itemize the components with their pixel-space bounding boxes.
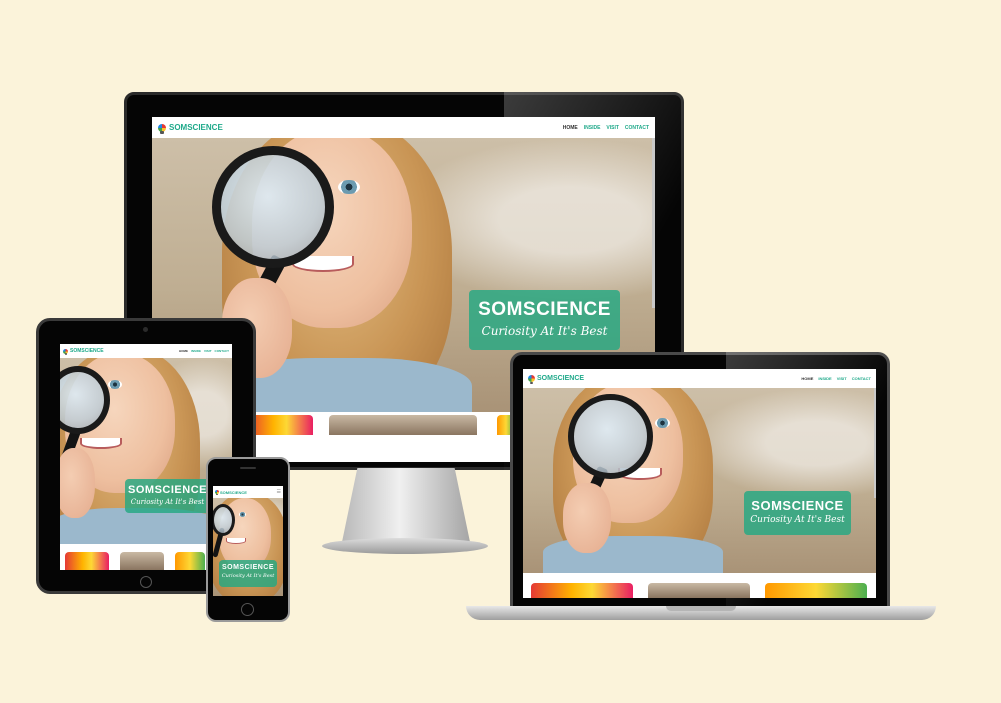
navbar: SOMSCIENCE HOME INSIDE VISIT CONTACT [60, 344, 232, 358]
hero-title: SOMSCIENCE [478, 299, 611, 320]
hero-badge: SOMSCIENCE Curiosity At It's Best [469, 290, 620, 350]
nav-visit-link[interactable]: VISIT [204, 349, 212, 353]
nav-contact-link[interactable]: CONTACT [852, 376, 871, 381]
nav-inside-link[interactable]: INSIDE [584, 125, 601, 131]
lightbulb-logo-icon [158, 123, 166, 135]
gallery-thumb[interactable] [65, 552, 109, 570]
nav-visit-link[interactable]: VISIT [606, 125, 619, 131]
hero-title: SOMSCIENCE [221, 564, 275, 571]
hero-image: SOMSCIENCE Curiosity At It's Best [213, 498, 283, 596]
tablet-camera [143, 327, 148, 332]
gallery-thumb[interactable] [765, 583, 867, 598]
laptop-screen: SOMSCIENCE HOME INSIDE VISIT CONTACT SOM… [523, 369, 876, 598]
hero-tagline: Curiosity At It's Best [750, 515, 845, 525]
nav-contact-link[interactable]: CONTACT [215, 349, 229, 353]
scrollbar[interactable] [652, 138, 655, 308]
hero-title: SOMSCIENCE [128, 484, 207, 496]
phone-screen: SOMSCIENCE ☰ SOMSCIENCE Curiosity At It'… [213, 486, 283, 596]
navbar: SOMSCIENCE HOME INSIDE VISIT CONTACT [152, 117, 655, 138]
lightbulb-logo-icon [215, 490, 219, 496]
brand-logo[interactable]: SOMSCIENCE [158, 123, 223, 135]
hero-badge: SOMSCIENCE Curiosity At It's Best [125, 479, 210, 513]
scrollbar[interactable] [874, 388, 876, 498]
nav-home-link[interactable]: HOME [179, 349, 188, 353]
brand-name: SOMSCIENCE [220, 489, 247, 495]
gallery-strip [523, 573, 876, 598]
brand-name: SOMSCIENCE [70, 348, 104, 354]
nav-visit-link[interactable]: VISIT [837, 376, 847, 381]
magnifying-glass [212, 146, 334, 268]
hero-title: SOMSCIENCE [751, 498, 844, 513]
hero-tagline: Curiosity At It's Best [130, 498, 205, 506]
hero-badge: SOMSCIENCE Curiosity At It's Best [744, 491, 851, 535]
phone-speaker [240, 467, 256, 469]
nav-menu: HOME INSIDE VISIT CONTACT [801, 376, 871, 381]
gallery-thumb[interactable] [329, 415, 477, 435]
nav-home-link[interactable]: HOME [801, 376, 813, 381]
hero-image: SOMSCIENCE Curiosity At It's Best [523, 388, 876, 573]
lightbulb-logo-icon [528, 375, 535, 385]
nav-home-link[interactable]: HOME [563, 125, 578, 131]
phone-device: SOMSCIENCE ☰ SOMSCIENCE Curiosity At It'… [206, 457, 290, 622]
hamburger-menu-icon[interactable]: ☰ [277, 489, 281, 495]
nav-menu: HOME INSIDE VISIT CONTACT [563, 125, 649, 131]
gallery-thumb[interactable] [120, 552, 164, 570]
hero-tagline: Curiosity At It's Best [221, 573, 275, 579]
magnifying-glass [568, 394, 653, 479]
gallery-thumb[interactable] [531, 583, 633, 598]
nav-inside-link[interactable]: INSIDE [818, 376, 831, 381]
phone-home-button[interactable] [241, 603, 254, 616]
lightbulb-logo-icon [63, 348, 68, 356]
brand-logo[interactable]: SOMSCIENCE [528, 375, 585, 385]
nav-contact-link[interactable]: CONTACT [625, 125, 649, 131]
nav-inside-link[interactable]: INSIDE [191, 349, 201, 353]
gallery-thumb[interactable] [648, 583, 750, 598]
gallery-thumb[interactable] [247, 415, 313, 435]
laptop-device: SOMSCIENCE HOME INSIDE VISIT CONTACT SOM… [466, 352, 936, 624]
brand-name: SOMSCIENCE [169, 123, 223, 132]
hero-tagline: Curiosity At It's Best [481, 324, 608, 338]
monitor-stand [342, 468, 470, 542]
gallery-thumb[interactable] [175, 552, 205, 570]
nav-menu: HOME INSIDE VISIT CONTACT [179, 349, 229, 353]
brand-logo[interactable]: SOMSCIENCE [215, 489, 247, 496]
hero-badge: SOMSCIENCE Curiosity At It's Best [219, 560, 277, 587]
tablet-home-button[interactable] [140, 576, 152, 588]
laptop-notch [666, 606, 736, 611]
navbar: SOMSCIENCE HOME INSIDE VISIT CONTACT [523, 369, 876, 388]
brand-name: SOMSCIENCE [537, 375, 585, 382]
brand-logo[interactable]: SOMSCIENCE [63, 348, 104, 356]
navbar: SOMSCIENCE ☰ [213, 486, 283, 498]
